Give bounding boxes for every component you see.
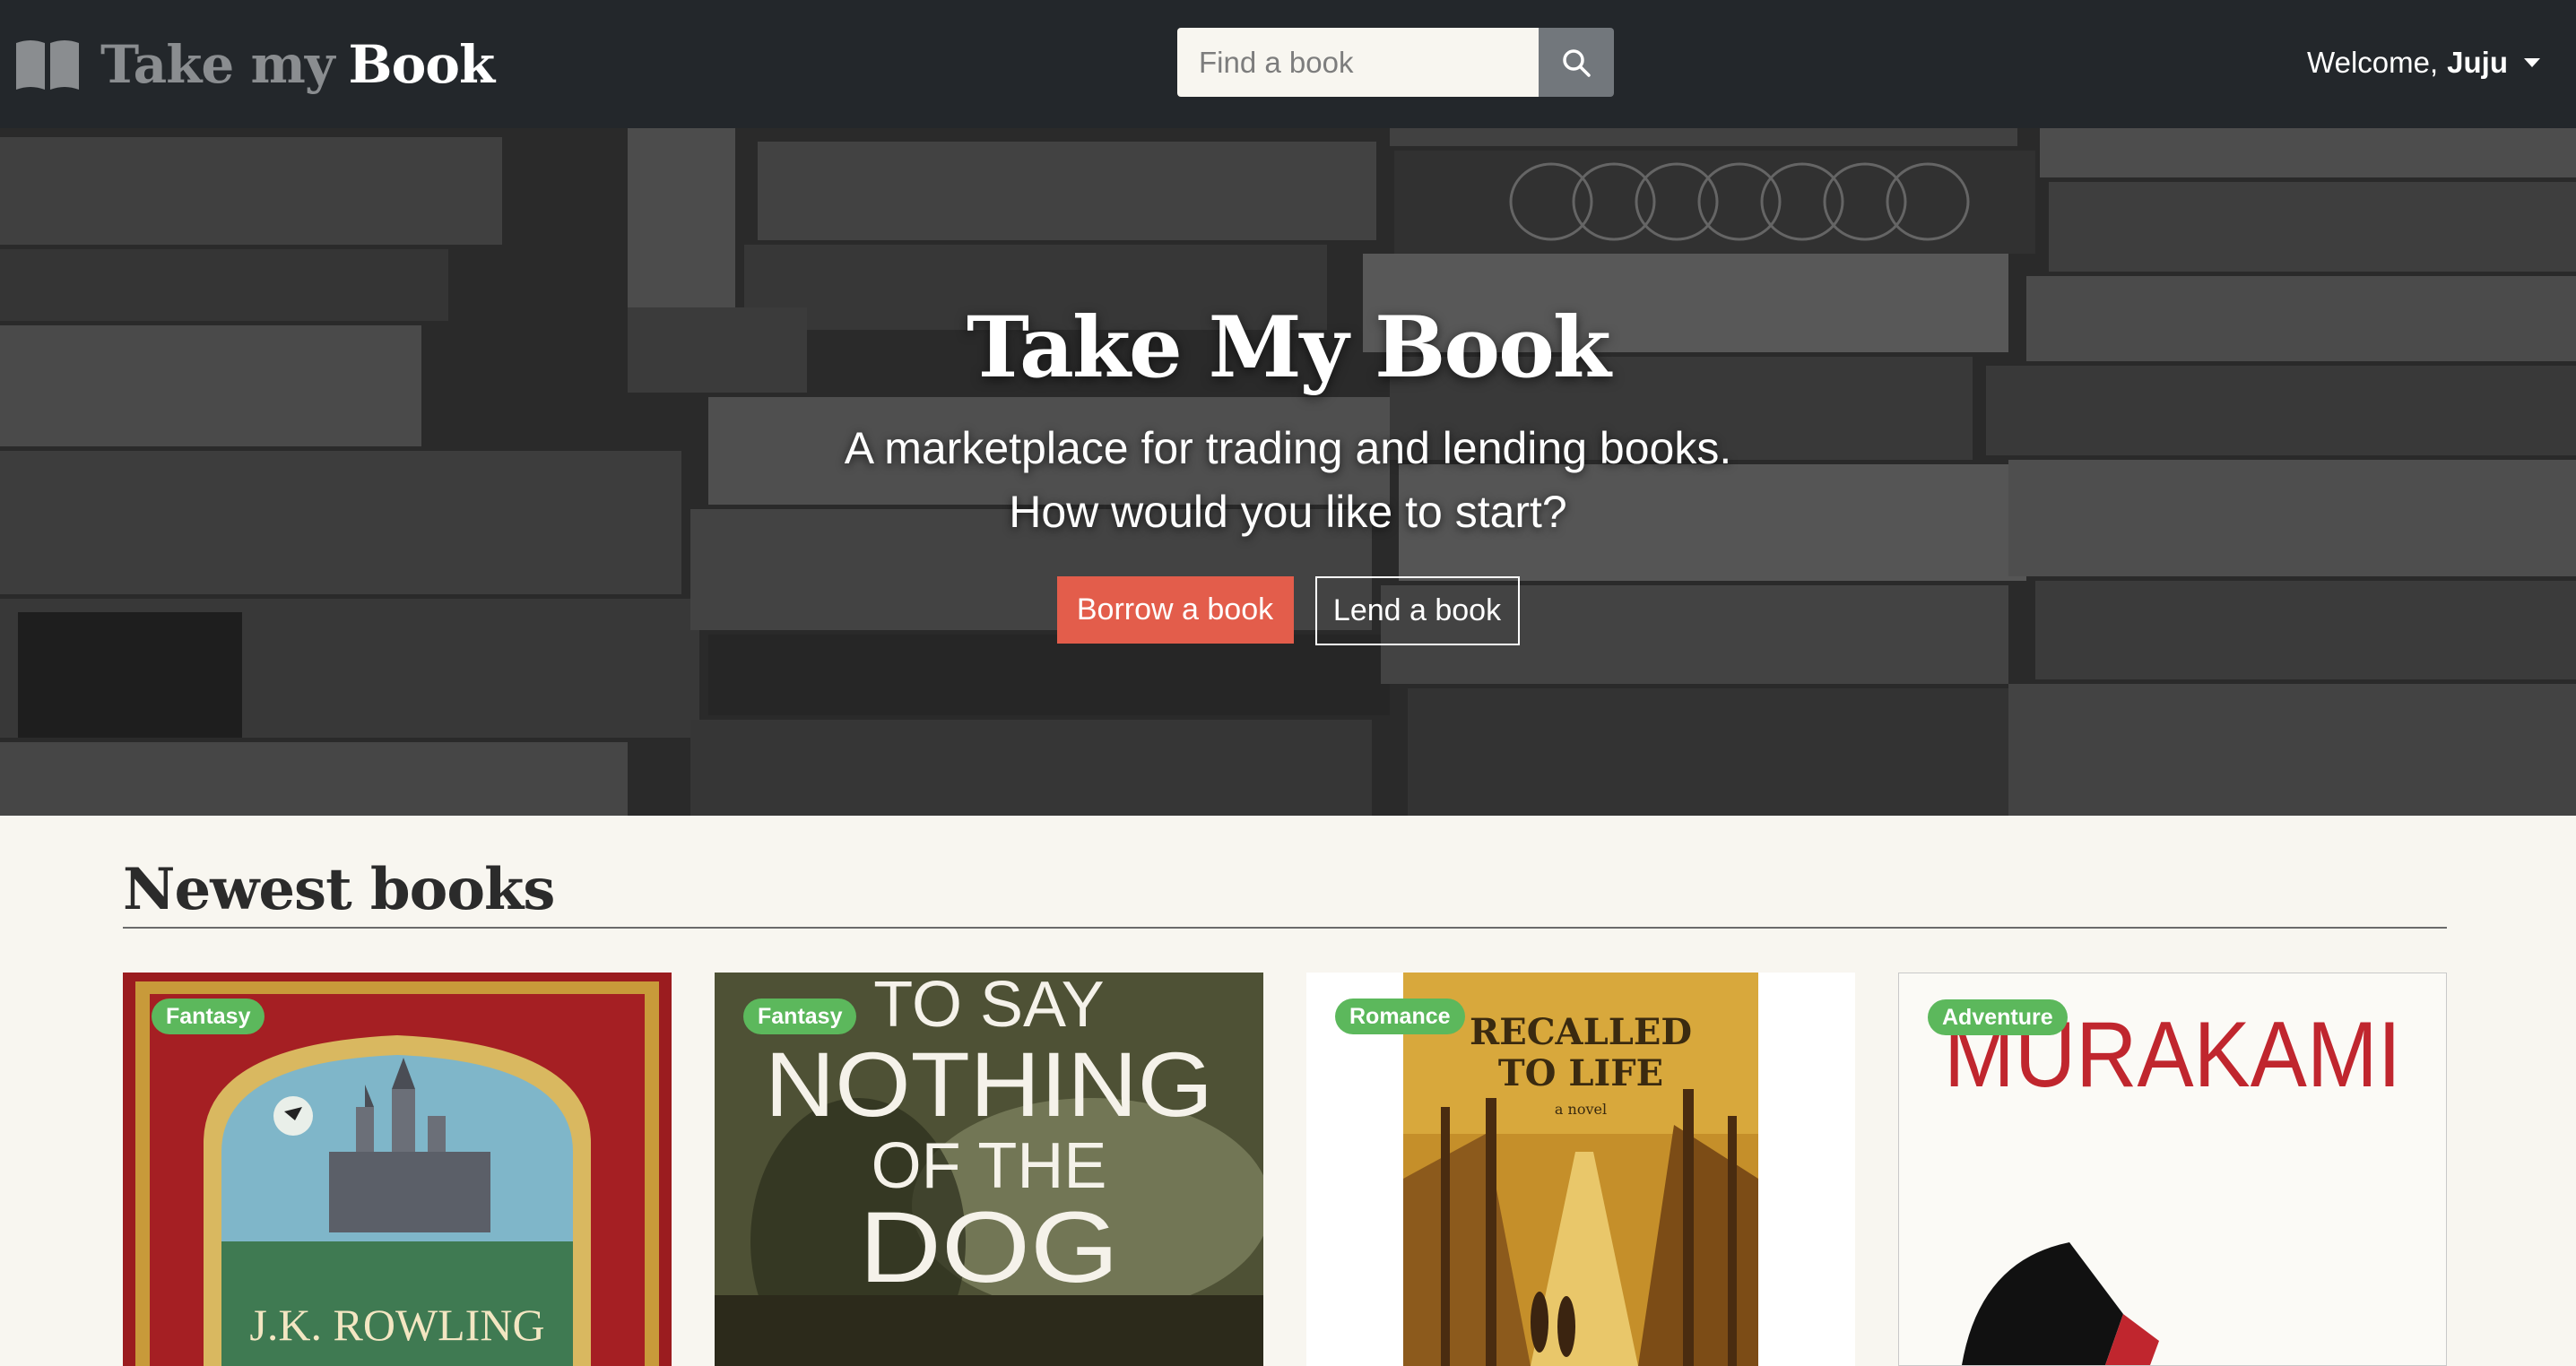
book-card[interactable]: MURAKAMI Adventure — [1898, 973, 2447, 1366]
genre-badge: Fantasy — [743, 999, 857, 1034]
cover-title-line2: TO LIFE — [1498, 1052, 1663, 1094]
hero-title: Take My Book — [967, 298, 1611, 397]
hero-banner: Take My Book A marketplace for trading a… — [0, 128, 2576, 816]
user-name: Juju — [2447, 46, 2508, 79]
search-icon — [1563, 48, 1591, 77]
book-card[interactable]: RECALLED TO LIFE a novel Romance — [1306, 973, 1855, 1366]
hero-subtitle-line1: A marketplace for trading and lending bo… — [844, 423, 1732, 473]
section-divider — [123, 927, 2447, 929]
brand-name-take: Take my — [100, 34, 335, 95]
top-navbar: Take my Book Welcome, Juju — [0, 0, 2576, 128]
book-card[interactable]: J.K. ROWLING Fantasy — [123, 973, 672, 1366]
brand-name-book: Book — [348, 34, 496, 95]
hero-subtitle-line2: How would you like to start? — [1009, 487, 1567, 537]
cover-title-line1: RECALLED — [1470, 1011, 1692, 1053]
cover-subtitle: a novel — [1555, 1101, 1607, 1118]
lend-book-button[interactable]: Lend a book — [1314, 576, 1520, 645]
search-bar — [1177, 28, 1614, 97]
book-card[interactable]: TO SAY NOTHING OF THE DOG Fantasy — [715, 973, 1263, 1366]
cover-title-line4: DOG — [859, 1191, 1119, 1303]
borrow-book-button[interactable]: Borrow a book — [1056, 576, 1294, 644]
open-book-icon — [16, 40, 79, 90]
brand-logo[interactable]: Take my Book — [14, 20, 496, 109]
user-menu-dropdown[interactable]: Welcome, Juju — [2307, 36, 2540, 90]
search-button[interactable] — [1539, 28, 1614, 97]
search-input[interactable] — [1177, 28, 1539, 97]
caret-down-icon — [2524, 58, 2540, 67]
cover-author-text: J.K. ROWLING — [249, 1300, 544, 1350]
cover-title-line2: NOTHING — [765, 1033, 1213, 1136]
genre-badge: Fantasy — [152, 999, 265, 1034]
genre-badge: Adventure — [1928, 999, 2068, 1035]
newest-books-heading: Newest books — [123, 856, 555, 923]
genre-badge: Romance — [1335, 999, 1465, 1034]
hero-actions: Borrow a book Lend a book — [0, 576, 2576, 645]
welcome-text: Welcome, — [2307, 46, 2439, 79]
cover-title-line1: TO SAY — [873, 973, 1104, 1041]
